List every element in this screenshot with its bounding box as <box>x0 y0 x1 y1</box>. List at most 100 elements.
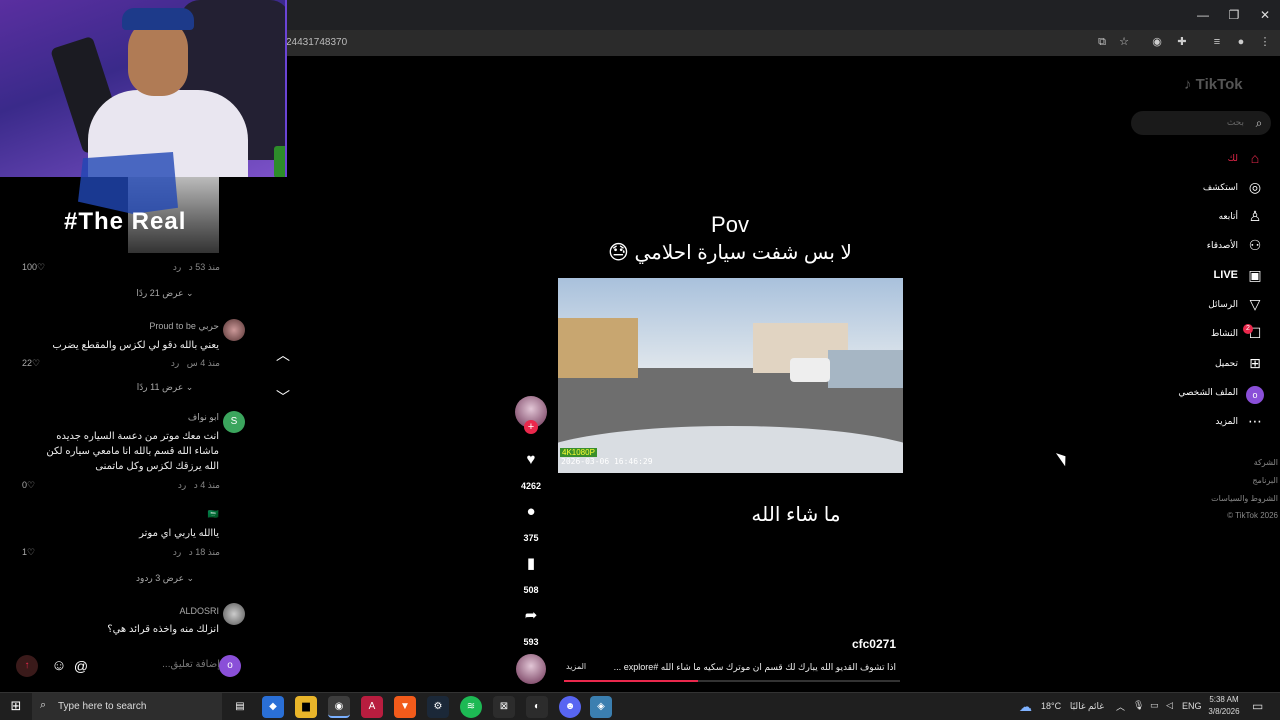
incognito-icon[interactable]: ◉ <box>1148 34 1166 50</box>
nav-item-profile[interactable]: الملف الشخصي <box>1118 387 1238 398</box>
discord-icon[interactable]: ☻ <box>559 696 581 718</box>
profile-icon[interactable]: ● <box>1232 34 1250 50</box>
brave-icon[interactable]: ▼ <box>394 696 416 718</box>
video-progress-bar[interactable] <box>564 680 900 682</box>
commenter-name[interactable]: ابو نواف <box>120 412 219 423</box>
volume-icon[interactable]: ◁ <box>1166 700 1173 711</box>
weather-temperature[interactable]: 18°C <box>1041 701 1061 711</box>
nav-item-activity[interactable]: النشاط <box>1118 328 1238 339</box>
footer-link[interactable]: البرنامج <box>1158 476 1278 485</box>
clock-date[interactable]: 3/8/2026 <box>1204 707 1244 716</box>
commenter-name[interactable]: Proud to be حربي <box>120 321 219 332</box>
nav-item-friends[interactable]: الأصدقاء <box>1118 240 1238 251</box>
nav-item-upload[interactable]: تحميل <box>1118 358 1238 369</box>
steam-icon[interactable]: ⚙ <box>427 696 449 718</box>
microphone-icon[interactable]: 🎙 <box>1133 700 1144 711</box>
video-player[interactable]: 4K1080P 2026-03-06 16:46:29 <box>558 278 903 473</box>
more-link[interactable]: المزيد <box>566 662 586 671</box>
file-explorer-icon[interactable]: ▆ <box>295 696 317 718</box>
home-icon[interactable]: ⌂ <box>1244 147 1266 169</box>
friends-icon[interactable]: ⚇ <box>1244 234 1266 256</box>
following-icon[interactable]: ♙ <box>1244 205 1266 227</box>
install-app-icon[interactable]: ⧉ <box>1093 34 1111 50</box>
search-icon[interactable]: ⌕ <box>1250 113 1268 133</box>
comment-count: 375 <box>523 533 539 543</box>
xbox-icon[interactable]: ⊠ <box>493 696 515 718</box>
spotify-icon[interactable]: ≋ <box>460 696 482 718</box>
nav-item-messages[interactable]: الرسائل <box>1118 299 1238 310</box>
bookmark-star-icon[interactable]: ☆ <box>1115 34 1133 50</box>
previous-video-button[interactable]: ︿ <box>272 344 294 366</box>
profile-avatar-icon[interactable]: o <box>1244 382 1266 404</box>
url-text[interactable]: 24431748370 <box>286 37 347 48</box>
clock-time[interactable]: 5:38 AM <box>1206 695 1242 704</box>
taskbar-search-placeholder: Type here to search <box>58 701 147 712</box>
comment-like-count[interactable]: 100♡ <box>22 262 45 273</box>
author-avatar[interactable] <box>516 654 546 684</box>
more-icon[interactable]: ⋯ <box>1244 410 1266 432</box>
weather-condition[interactable]: غائم غالبًا <box>1066 701 1104 712</box>
live-icon[interactable]: ▣ <box>1244 264 1266 286</box>
emoji-icon[interactable]: ☺ <box>48 655 70 677</box>
weather-cloud-icon[interactable]: ☁ <box>1019 699 1032 715</box>
network-icon[interactable]: ▭ <box>1150 700 1159 711</box>
scroll-up-icon[interactable]: ↑ <box>16 655 38 677</box>
media-icon[interactable]: ≡ <box>1208 34 1226 50</box>
video-title: Pov <box>711 212 749 237</box>
stream-overlay-text: #The Real <box>64 208 187 235</box>
nav-item-for-you[interactable]: لك <box>1118 153 1238 164</box>
my-avatar[interactable]: o <box>219 655 241 677</box>
commenter-avatar[interactable]: S <box>223 411 245 433</box>
view-replies-link[interactable]: ⌄ عرض 3 ردود <box>130 573 200 584</box>
language-indicator[interactable]: ENG <box>1182 701 1202 711</box>
search-icon: ⌕ <box>40 699 47 711</box>
commenter-avatar[interactable] <box>223 603 245 625</box>
video-author[interactable]: cfc0271 <box>840 637 896 651</box>
view-replies-link[interactable]: ⌄ عرض 21 ردًا <box>130 288 200 299</box>
upload-icon[interactable]: ⊞ <box>1244 352 1266 374</box>
commenter-name[interactable]: ALDOSRI <box>140 606 219 616</box>
footer-link[interactable]: الشركة <box>1158 458 1278 467</box>
chrome-icon[interactable]: ◉ <box>328 696 350 718</box>
comment-like-count[interactable]: 0♡ <box>22 480 35 491</box>
comment-meta: منذ 18 د رد <box>172 547 220 557</box>
tiktok-logo[interactable]: ♪ TikTok <box>1184 76 1243 93</box>
nav-item-more[interactable]: المزيد <box>1118 416 1238 427</box>
commenter-name[interactable]: 🇸🇦 <box>160 509 219 520</box>
menu-kebab-icon[interactable]: ⋮ <box>1256 34 1274 50</box>
bookmark-icon[interactable]: ▮ <box>519 552 543 576</box>
notification-icon[interactable]: ▭ <box>1252 699 1263 713</box>
tray-chevron-icon[interactable]: ︿ <box>1116 700 1125 713</box>
like-heart-icon[interactable]: ♥ <box>519 448 543 472</box>
view-replies-link[interactable]: ⌄ عرض 11 ردًا <box>130 382 200 393</box>
webcam-overlay <box>0 0 287 177</box>
close-button[interactable]: ✕ <box>1250 6 1280 24</box>
minimize-button[interactable]: — <box>1188 6 1218 24</box>
messages-icon[interactable]: ▽ <box>1244 293 1266 315</box>
restore-button[interactable]: ❐ <box>1219 6 1249 24</box>
video-subtitle: لا بس شفت سيارة احلامي 😓 <box>608 242 852 264</box>
comment-input[interactable]: إضافة تعليق... <box>100 655 220 675</box>
follow-button[interactable]: + <box>524 420 538 434</box>
comment-like-count[interactable]: 1♡ <box>22 547 35 558</box>
next-video-button[interactable]: ﹀ <box>272 386 294 408</box>
app-icon[interactable]: ◈ <box>590 696 612 718</box>
save-count: 508 <box>523 585 539 595</box>
comment-like-count[interactable]: 22♡ <box>22 358 40 369</box>
dashcam-timestamp: 2026-03-06 16:46:29 <box>561 457 653 466</box>
nav-item-live[interactable]: LIVE <box>1118 269 1238 281</box>
compass-icon[interactable]: ◎ <box>1244 176 1266 198</box>
mention-icon[interactable]: @ <box>70 655 92 677</box>
share-icon[interactable]: ➦ <box>519 604 543 628</box>
comment-icon[interactable]: ● <box>519 500 543 524</box>
app-icon[interactable]: A <box>361 696 383 718</box>
copilot-icon[interactable]: ◆ <box>262 696 284 718</box>
task-view-icon[interactable]: ▤ <box>229 696 251 718</box>
extensions-icon[interactable]: ✚ <box>1173 34 1191 50</box>
nav-item-explore[interactable]: استكشف <box>1118 182 1238 193</box>
nav-item-following[interactable]: أتابعه <box>1118 211 1238 222</box>
obs-icon[interactable]: ◐ <box>526 696 548 718</box>
start-windows-icon[interactable]: ⊞ <box>8 698 24 714</box>
footer-link[interactable]: الشروط والسياسات <box>1158 494 1278 503</box>
commenter-avatar[interactable] <box>223 319 245 341</box>
